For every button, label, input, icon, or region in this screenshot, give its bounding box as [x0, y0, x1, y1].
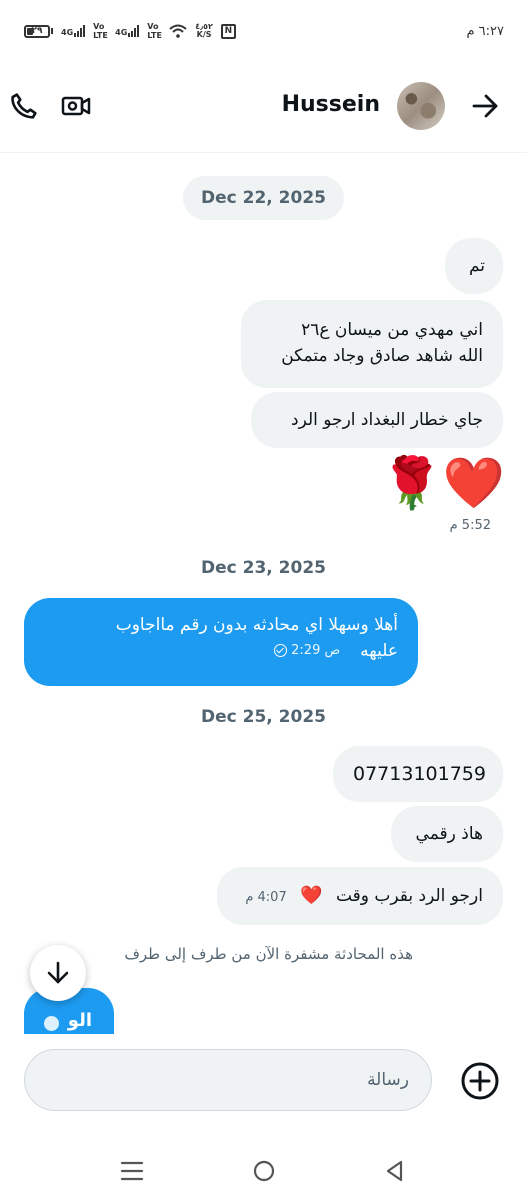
add-media-button[interactable] [460, 1061, 500, 1101]
system-nav-bar [0, 1144, 527, 1200]
message-timestamp: 4:07 م [245, 890, 287, 905]
heart-emoji: ❤️ [300, 885, 323, 906]
video-call-icon[interactable] [60, 90, 92, 122]
sent-check-icon [44, 1016, 59, 1031]
date-separator-label: Dec 23, 2025 [201, 558, 326, 578]
message-bubble-received[interactable]: هاذ رقمي [391, 806, 503, 862]
date-separator: Dec 25, 2025 [0, 707, 527, 727]
message-text-line: اني مهدي من ميسان ع٢٦ [301, 320, 483, 340]
network-type: 4G [61, 28, 74, 37]
date-separator-label: Dec 25, 2025 [201, 707, 326, 727]
wifi-icon [169, 24, 187, 38]
volte-icon: Vo LTE [147, 22, 162, 40]
message-text-line: أهلا وسهلا اي محادثه بدون رقم مااجاوب [115, 615, 398, 635]
sent-check-icon [274, 644, 287, 657]
status-time: ٦:٢٧ م [466, 24, 504, 39]
date-separator: Dec 22, 2025 [0, 176, 527, 220]
back-icon[interactable] [380, 1156, 410, 1186]
signal-icon: 4G [115, 25, 140, 37]
message-text: جاي خطار البغداد ارجو الرد [291, 410, 483, 430]
message-bubble-received[interactable]: اني مهدي من ميسان ع٢٦ الله شاهد صادق وجا… [241, 300, 503, 388]
status-bar: ٢٩ 4G Vo LTE 4G Vo LTE ٤٫٥٢ K/S N ٦:٢٧ م [0, 0, 527, 62]
message-bubble-received[interactable]: تم [445, 238, 503, 294]
message-bubble-received[interactable]: جاي خطار البغداد ارجو الرد [251, 392, 503, 448]
message-text: تم [468, 256, 485, 276]
battery-level: ٢٩ [31, 25, 43, 36]
back-arrow-icon[interactable] [469, 90, 501, 122]
status-icons: ٢٩ 4G Vo LTE 4G Vo LTE ٤٫٥٢ K/S N [24, 22, 236, 40]
message-text: الو [67, 1010, 92, 1031]
conversation-header: Hussein [0, 62, 527, 153]
contact-avatar[interactable] [397, 82, 445, 130]
network-speed: ٤٫٥٢ K/S [195, 23, 213, 39]
network-type: 4G [115, 28, 128, 37]
message-bubble-sent[interactable]: أهلا وسهلا اي محادثه بدون رقم مااجاوب عل… [24, 598, 418, 686]
recent-apps-icon[interactable] [117, 1156, 147, 1186]
arrow-down-icon [47, 961, 69, 984]
message-timestamp: 2:29 ص [291, 643, 341, 658]
scroll-to-bottom-button[interactable] [30, 945, 86, 1001]
volte-label: Vo LTE [93, 22, 108, 40]
encryption-note: هذه المحادثة مشفرة الآن من طرف إلى طرف [124, 945, 413, 963]
battery-icon: ٢٩ [24, 24, 53, 38]
speed-unit: K/S [196, 30, 212, 39]
date-separator: Dec 23, 2025 [0, 558, 527, 578]
volte-icon: Vo LTE [93, 22, 108, 40]
contact-name[interactable]: Hussein [282, 92, 380, 117]
emoji-message[interactable]: ❤️🌹 [380, 452, 505, 514]
message-text: هاذ رقمي [415, 824, 483, 844]
nfc-icon: N [220, 23, 236, 39]
home-icon[interactable] [249, 1156, 279, 1186]
message-text-line: عليهه [360, 641, 398, 661]
message-bubble-received[interactable]: 07713101759 [333, 746, 503, 802]
volte-label: Vo LTE [147, 22, 162, 40]
message-text: ارجو الرد بقرب وقت [335, 886, 483, 906]
message-input[interactable] [24, 1049, 432, 1111]
message-bubble-received[interactable]: ارجو الرد بقرب وقت ❤️ 4:07 م [217, 867, 503, 925]
phone-icon[interactable] [8, 90, 40, 122]
signal-icon: 4G [61, 25, 86, 37]
message-text: 07713101759 [353, 763, 486, 785]
message-timestamp: 5:52 م [449, 518, 491, 533]
date-separator-label: Dec 22, 2025 [183, 176, 344, 220]
message-text-line: الله شاهد صادق وجاد متمكن [281, 346, 483, 366]
